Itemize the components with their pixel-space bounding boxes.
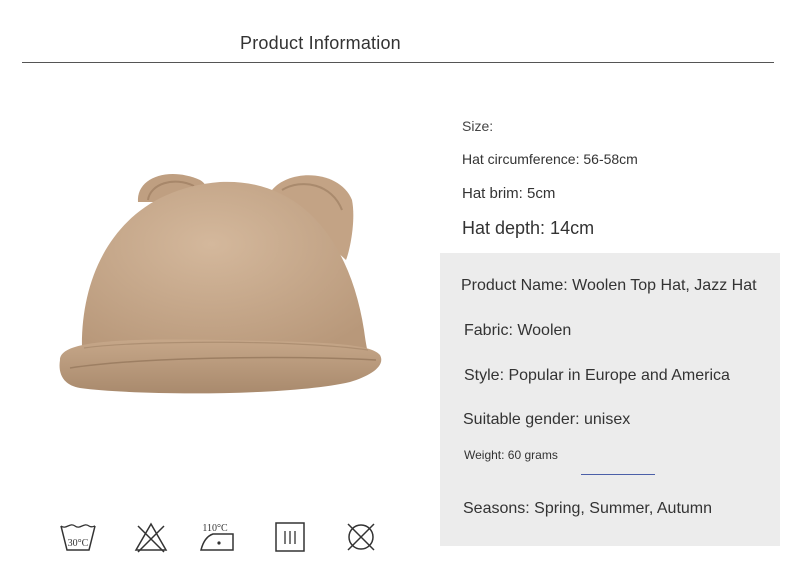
product-details-panel: Product Name: Woolen Top Hat, Jazz Hat F… xyxy=(440,253,780,546)
suitable-gender: Suitable gender: unisex xyxy=(463,411,631,428)
iron-110-icon: 110°C xyxy=(197,520,237,554)
hat-brim: Hat brim: 5cm xyxy=(462,185,556,202)
product-image xyxy=(50,160,390,400)
fabric: Fabric: Woolen xyxy=(464,322,572,339)
underline-accent xyxy=(581,474,655,475)
style: Style: Popular in Europe and America xyxy=(464,367,730,384)
wash-temp-label: 30°C xyxy=(68,538,89,549)
no-dry-clean-icon xyxy=(341,520,381,554)
title-divider xyxy=(22,62,774,63)
line-dry-icon xyxy=(270,520,310,554)
hat-depth: Hat depth: 14cm xyxy=(462,218,595,238)
hat-circumference: Hat circumference: 56-58cm xyxy=(462,151,638,167)
wash-30-icon: 30°C xyxy=(58,520,98,554)
product-name: Product Name: Woolen Top Hat, Jazz Hat xyxy=(461,277,757,294)
size-label: Size: xyxy=(462,118,494,134)
page-title: Product Information xyxy=(240,33,401,53)
iron-temp-label: 110°C xyxy=(202,523,228,534)
seasons: Seasons: Spring, Summer, Autumn xyxy=(463,500,713,517)
weight: Weight: 60 grams xyxy=(464,448,558,462)
no-bleach-icon xyxy=(131,520,171,554)
